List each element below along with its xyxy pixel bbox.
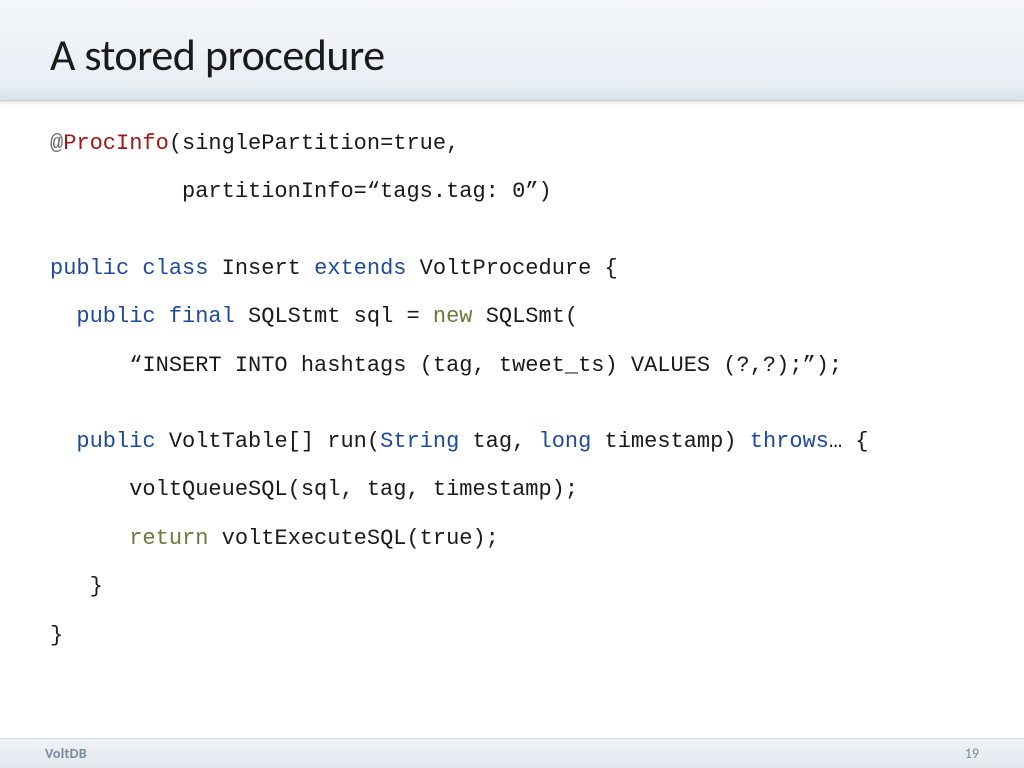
code-line-3: public class Insert extends VoltProcedur…	[50, 256, 974, 282]
slide-header: A stored procedure	[0, 0, 1024, 101]
code-line-7: voltQueueSQL(sql, tag, timestamp);	[50, 477, 974, 503]
code-line-1: @ProcInfo(singlePartition=true,	[50, 131, 974, 157]
code-line-6: public VoltTable[] run(String tag, long …	[50, 429, 974, 455]
code-line-10: }	[50, 623, 974, 649]
code-line-8: return voltExecuteSQL(true);	[50, 526, 974, 552]
code-line-9: }	[50, 574, 974, 600]
slide-footer: VoltDB 19	[0, 738, 1024, 768]
slide-content: @ProcInfo(singlePartition=true, partitio…	[0, 101, 1024, 691]
code-line-2: partitionInfo=“tags.tag: 0”)	[50, 179, 974, 205]
footer-page-number: 19	[965, 745, 979, 762]
slide-title: A stored procedure	[50, 28, 974, 82]
blank-line	[50, 228, 974, 256]
footer-brand: VoltDB	[45, 745, 87, 762]
code-line-4: public final SQLStmt sql = new SQLSmt(	[50, 304, 974, 330]
blank-line	[50, 401, 974, 429]
code-line-5: “INSERT INTO hashtags (tag, tweet_ts) VA…	[50, 353, 974, 379]
